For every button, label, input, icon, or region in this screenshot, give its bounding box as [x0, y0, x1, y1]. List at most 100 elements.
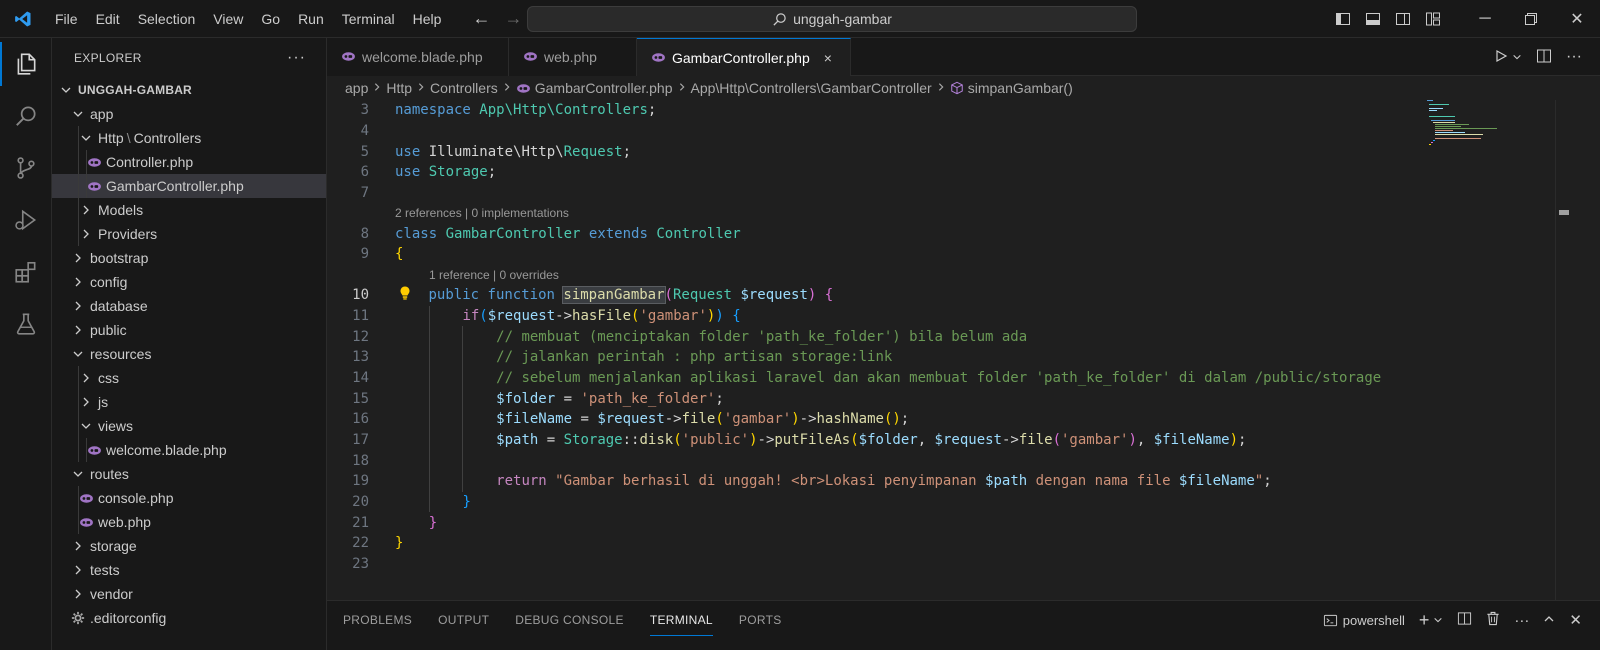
menu-terminal[interactable]: Terminal [333, 0, 404, 38]
tree-folder-storage[interactable]: storage [52, 534, 326, 558]
breadcrumb-item[interactable]: Controllers [430, 80, 498, 96]
tree-folder-vendor[interactable]: vendor [52, 582, 326, 606]
menu-help[interactable]: Help [404, 0, 451, 38]
menu-file[interactable]: File [46, 0, 87, 38]
tree-folder-public[interactable]: public [52, 318, 326, 342]
tree-folder-providers[interactable]: Providers [52, 222, 326, 246]
kill-terminal-trash-icon[interactable] [1486, 611, 1500, 629]
minimize-icon[interactable]: ─ [1462, 0, 1508, 38]
toggle-panel-icon[interactable] [1358, 0, 1388, 38]
tree-folder-tests[interactable]: tests [52, 558, 326, 582]
explorer-icon[interactable] [0, 38, 52, 90]
editor-tab[interactable]: welcome.blade.php [327, 38, 509, 76]
tree-folder-bootstrap[interactable]: bootstrap [52, 246, 326, 270]
tree-file[interactable]: console.php [52, 486, 326, 510]
tree-file[interactable]: .editorconfig [52, 606, 326, 630]
terminal-icon [1323, 614, 1337, 626]
more-editor-actions-icon[interactable]: ··· [1566, 48, 1582, 66]
breadcrumb-item[interactable]: Http [386, 80, 412, 96]
terminal-shell-label: powershell [1342, 612, 1405, 628]
code-token: App\Http\Controllers [479, 102, 648, 119]
search-view-icon[interactable] [0, 90, 52, 142]
breadcrumb-item[interactable]: App\Http\Controllers\GambarController [691, 80, 932, 96]
menu-view[interactable]: View [204, 0, 252, 38]
customize-layout-icon[interactable] [1418, 0, 1448, 38]
run-file-icon[interactable] [1494, 49, 1508, 66]
code-line: 21 } [327, 512, 1427, 533]
menu-run[interactable]: Run [289, 0, 333, 38]
menu-selection[interactable]: Selection [129, 0, 205, 38]
explorer-root-folder[interactable]: UNGGAH-GAMBAR [52, 78, 326, 102]
tree-folder-config[interactable]: config [52, 270, 326, 294]
tree-folder-models[interactable]: Models [52, 198, 326, 222]
run-debug-icon[interactable] [0, 194, 52, 246]
code-token: () [883, 411, 901, 428]
more-actions-icon[interactable]: ··· [287, 49, 306, 67]
tree-folder-http[interactable]: Http \ Controllers [52, 126, 326, 150]
tree-folder-app[interactable]: app [52, 102, 326, 126]
editor-tab[interactable]: GambarController.php × [637, 38, 851, 76]
lightbulb-icon[interactable] [397, 285, 413, 305]
extensions-icon[interactable] [0, 246, 52, 298]
tree-folder-css[interactable]: css [52, 366, 326, 390]
chevron-right-icon [936, 81, 946, 95]
command-center-search[interactable]: unggah-gambar [527, 6, 1137, 32]
tree-file[interactable]: web.php [52, 510, 326, 534]
source-control-icon[interactable] [0, 142, 52, 194]
breadcrumb-item[interactable]: GambarController.php [535, 80, 673, 96]
back-arrow-icon[interactable]: ← [472, 8, 490, 29]
tree-folder-resources[interactable]: resources [52, 342, 326, 366]
close-tab-icon[interactable]: × [824, 50, 838, 66]
code-line: 7 [327, 183, 1427, 204]
panel-tab-debug-console[interactable]: DEBUG CONSOLE [515, 613, 624, 627]
menu-go[interactable]: Go [252, 0, 289, 38]
testing-flask-icon[interactable] [0, 298, 52, 350]
editor-tab[interactable]: web.php [509, 38, 637, 76]
run-dropdown-chevron-icon[interactable] [1512, 49, 1522, 65]
code-token: simpanGambar [562, 286, 666, 305]
tree-folder-database[interactable]: database [52, 294, 326, 318]
code-token: hashName [816, 411, 884, 428]
panel-tab-problems[interactable]: PROBLEMS [343, 613, 412, 627]
code-lens[interactable]: 2 references | 0 implementations [395, 206, 569, 220]
code-token: ) [715, 307, 724, 324]
code-token: $request [487, 307, 556, 324]
tree-item-label: web.php [98, 514, 151, 530]
editor-scrollbar[interactable] [1555, 100, 1569, 600]
tree-item-label: Controller.php [106, 154, 194, 170]
breadcrumb-item[interactable]: app [345, 80, 368, 96]
restore-icon[interactable] [1508, 0, 1554, 38]
menu-edit[interactable]: Edit [87, 0, 129, 38]
tree-folder-routes[interactable]: routes [52, 462, 326, 486]
tree-file[interactable]: GambarController.php [52, 174, 326, 198]
breadcrumb-item[interactable]: simpanGambar() [968, 80, 1073, 96]
terminal-dropdown-chevron-icon[interactable] [1433, 613, 1443, 628]
php-file-icon [86, 445, 102, 456]
toggle-primary-sidebar-icon[interactable] [1328, 0, 1358, 38]
split-terminal-icon[interactable] [1457, 611, 1472, 629]
close-panel-icon[interactable]: ✕ [1569, 611, 1582, 629]
minimap[interactable] [1427, 100, 1555, 600]
new-terminal-icon[interactable]: + [1419, 610, 1430, 631]
maximize-panel-chevron-up-icon[interactable] [1543, 613, 1555, 628]
panel-more-actions-icon[interactable]: ··· [1514, 612, 1529, 629]
forward-arrow-icon[interactable]: → [504, 8, 522, 29]
panel-tab-terminal[interactable]: TERMINAL [649, 613, 713, 636]
php-file-icon [651, 50, 666, 66]
code-token: ) [1128, 431, 1137, 448]
toggle-secondary-sidebar-icon[interactable] [1388, 0, 1418, 38]
split-editor-icon[interactable] [1536, 48, 1552, 67]
code-line: 15 $folder = 'path_ke_folder'; [327, 388, 1427, 409]
tree-file[interactable]: welcome.blade.php [52, 438, 326, 462]
code-lens[interactable]: 1 reference | 0 overrides [429, 268, 559, 282]
terminal-instance[interactable]: powershell [1323, 613, 1405, 628]
close-window-icon[interactable]: ✕ [1554, 0, 1600, 38]
tree-folder-js[interactable]: js [52, 390, 326, 414]
code-token: disk [639, 431, 674, 448]
panel-tab-output[interactable]: OUTPUT [438, 613, 489, 627]
panel-tab-ports[interactable]: PORTS [739, 613, 782, 627]
tree-folder-views[interactable]: views [52, 414, 326, 438]
tree-file[interactable]: Controller.php [52, 150, 326, 174]
code-editor[interactable]: 3 namespace App\Http\Controllers; 4 5 use Il… [327, 100, 1427, 600]
